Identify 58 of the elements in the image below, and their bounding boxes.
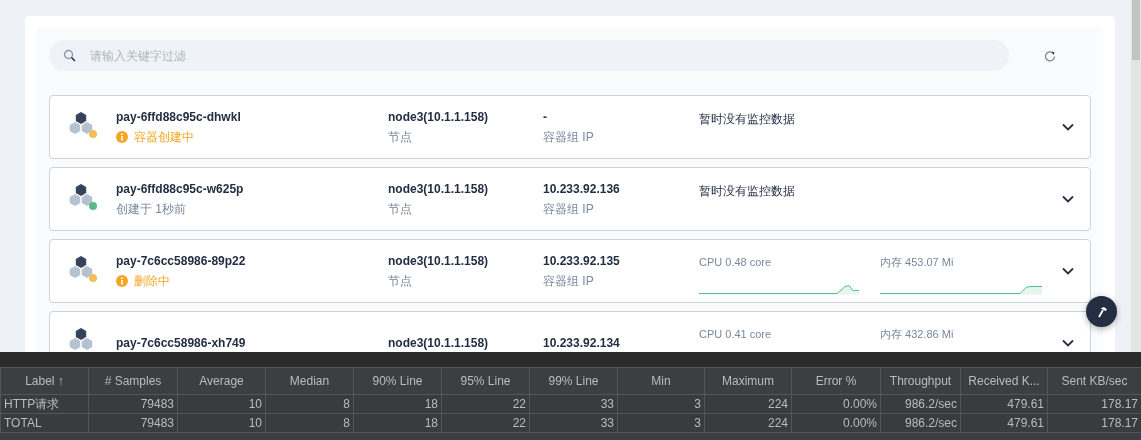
column-header[interactable]: Median <box>265 367 354 395</box>
node-name: node3(10.1.1.158) <box>388 181 490 197</box>
pod-ip: 10.233.92.134 <box>543 335 621 351</box>
pod-icon <box>69 328 93 350</box>
column-header[interactable]: 95% Line <box>441 367 530 395</box>
pod-status: 删除中 <box>134 273 170 289</box>
column-header[interactable]: Sent KB/sec <box>1047 367 1141 395</box>
node-label: 节点 <box>388 202 412 216</box>
node-name: node3(10.1.1.158) <box>388 109 490 125</box>
scrollbar[interactable] <box>1131 0 1141 352</box>
pod-icon <box>69 112 93 134</box>
column-header[interactable]: Label ↑ <box>0 367 89 395</box>
ip-label: 容器组 IP <box>543 130 594 144</box>
pod-ip: 10.233.92.136 <box>543 181 621 197</box>
hammer-icon <box>1095 305 1108 318</box>
refresh-icon[interactable] <box>1044 49 1056 62</box>
pod-icon <box>69 184 93 206</box>
column-header[interactable]: 90% Line <box>353 367 442 395</box>
pod-card[interactable]: pay-7c6cc58986-89p22 删除中 node3(10.1.1.158) 节点 10.233.92.135 容器组 IP CPU 0.48 core 内存 453.07 Mi <box>49 239 1091 303</box>
memory-usage: 内存 432.86 Mi <box>880 327 955 342</box>
cpu-usage: CPU 0.48 core <box>699 255 773 270</box>
pod-name: pay-7c6cc58986-xh749 <box>116 335 247 351</box>
column-header[interactable]: 99% Line <box>529 367 618 395</box>
column-header[interactable]: Min <box>617 367 705 395</box>
chevron-down-icon[interactable] <box>1062 195 1074 203</box>
column-header[interactable]: # Samples <box>88 367 178 395</box>
node-name: node3(10.1.1.158) <box>388 253 490 269</box>
node-name: node3(10.1.1.158) <box>388 335 490 351</box>
info-icon <box>116 275 128 287</box>
chevron-down-icon[interactable] <box>1062 339 1074 347</box>
pod-ip: - <box>543 109 548 125</box>
column-header[interactable]: Average <box>177 367 266 395</box>
memory-usage: 内存 453.07 Mi <box>880 255 955 270</box>
pod-card[interactable]: pay-7c6cc58986-xh749 node3(10.1.1.158) 10.233.92.134 CPU 0.41 core 内存 432.86 Mi <box>49 311 1091 352</box>
pod-name: pay-6ffd88c95c-w625p <box>116 181 245 197</box>
node-label: 节点 <box>388 274 412 288</box>
search-field[interactable]: 请输入关键字过滤 <box>49 40 1009 71</box>
ip-label: 容器组 IP <box>543 274 594 288</box>
column-header[interactable]: Throughput <box>880 367 961 395</box>
pod-card[interactable]: pay-6ffd88c95c-w625p 创建于 1秒前 node3(10.1.1.158) 节点 10.233.92.136 容器组 IP 暂时没有监控数据 <box>49 167 1091 231</box>
column-header[interactable]: Maximum <box>704 367 792 395</box>
column-header[interactable]: Error % <box>791 367 881 395</box>
pod-icon <box>69 256 93 278</box>
column-header[interactable]: Received K... <box>960 367 1048 395</box>
pod-status: 创建于 1秒前 <box>116 201 186 217</box>
pod-card[interactable]: pay-6ffd88c95c-dhwkl 容器创建中 node3(10.1.1.158) 节点 - 容器组 IP 暂时没有监控数据 <box>49 95 1091 159</box>
node-label: 节点 <box>388 130 412 144</box>
no-data-text: 暂时没有监控数据 <box>699 183 795 200</box>
chevron-down-icon[interactable] <box>1062 123 1074 131</box>
pod-status: 容器创建中 <box>134 129 194 145</box>
info-icon <box>116 131 128 143</box>
pod-name: pay-6ffd88c95c-dhwkl <box>116 109 242 125</box>
no-data-text: 暂时没有监控数据 <box>699 111 795 128</box>
cpu-usage: CPU 0.41 core <box>699 327 773 342</box>
pod-name: pay-7c6cc58986-89p22 <box>116 253 247 269</box>
pod-ip: 10.233.92.135 <box>543 253 621 269</box>
ip-label: 容器组 IP <box>543 202 594 216</box>
chevron-down-icon[interactable] <box>1062 267 1074 275</box>
